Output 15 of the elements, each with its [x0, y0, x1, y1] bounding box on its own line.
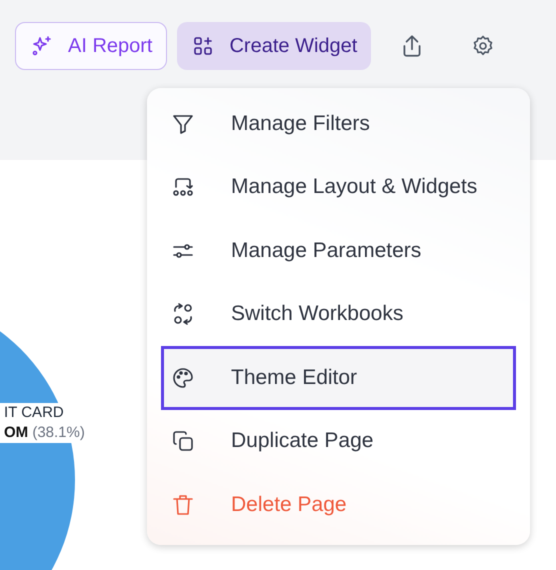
palette-icon [171, 366, 195, 390]
settings-icon [471, 34, 496, 58]
menu-item[interactable]: Theme Editor [161, 346, 516, 410]
menu-item[interactable]: Manage Parameters [161, 219, 516, 282]
create-widget-button[interactable]: Create Widget [177, 22, 372, 70]
ai-report-button[interactable]: AI Report [15, 22, 168, 70]
menu-item[interactable]: Switch Workbooks [161, 282, 516, 346]
menu-item[interactable]: Duplicate Page [161, 410, 516, 473]
slice-value: OM (38.1%) [4, 423, 85, 443]
copy-icon [171, 429, 195, 454]
menu-item[interactable]: Manage Layout & Widgets [161, 156, 516, 219]
slice-label: IT CARD [4, 403, 65, 423]
trash-icon [171, 492, 195, 517]
menu-item[interactable]: Manage Filters [161, 92, 516, 156]
switch-icon [171, 302, 195, 326]
